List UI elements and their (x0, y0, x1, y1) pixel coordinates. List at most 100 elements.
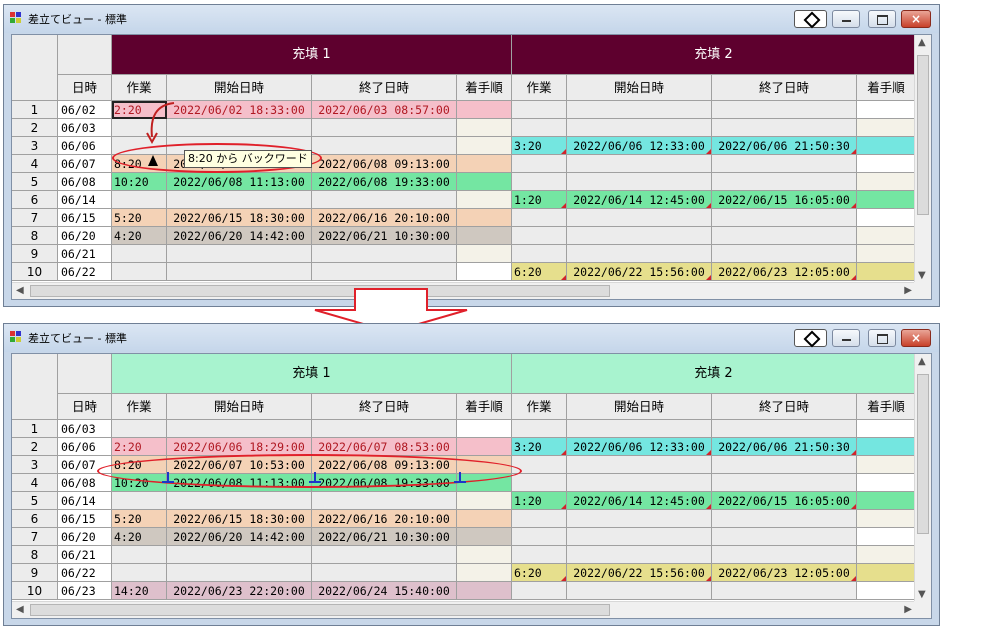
empty-cell[interactable] (567, 582, 712, 600)
task-end-cell[interactable]: 2022/06/23 12:05:00 (712, 564, 857, 582)
row-number[interactable]: 4 (12, 474, 58, 492)
empty-cell[interactable] (512, 119, 567, 137)
column-header-work[interactable]: 作業 (512, 394, 567, 420)
row-number[interactable]: 9 (12, 564, 58, 582)
empty-cell[interactable] (567, 155, 712, 173)
row-number[interactable]: 10 (12, 263, 58, 281)
empty-cell[interactable] (512, 101, 567, 119)
diamond-icon-button[interactable] (794, 10, 827, 28)
empty-cell[interactable] (512, 528, 567, 546)
task-work-cell[interactable]: 4:20 (112, 528, 167, 546)
empty-cell[interactable] (457, 245, 512, 263)
task-order-cell[interactable] (457, 227, 512, 245)
task-order-cell[interactable] (857, 263, 916, 281)
row-date[interactable]: 06/02 (58, 101, 112, 119)
empty-cell[interactable] (167, 119, 312, 137)
column-header-start[interactable]: 開始日時 (167, 394, 312, 420)
scroll-thumb[interactable] (30, 604, 610, 616)
task-order-cell[interactable] (457, 209, 512, 227)
column-header-date[interactable]: 日時 (58, 75, 112, 101)
task-start-cell[interactable]: 2022/06/15 18:30:00 (167, 209, 312, 227)
column-header-end[interactable]: 終了日時 (312, 75, 457, 101)
task-start-cell[interactable]: 2022/06/15 18:30:00 (167, 510, 312, 528)
row-number[interactable]: 7 (12, 528, 58, 546)
empty-cell[interactable] (712, 227, 857, 245)
column-header-work[interactable]: 作業 (512, 75, 567, 101)
empty-cell[interactable] (857, 227, 916, 245)
task-end-cell[interactable]: 2022/06/08 09:13:00 (312, 155, 457, 173)
empty-cell[interactable] (712, 101, 857, 119)
row-date[interactable]: 06/03 (58, 119, 112, 137)
task-end-cell[interactable]: 2022/06/03 08:57:00 (312, 101, 457, 119)
task-end-cell[interactable]: 2022/06/16 20:10:00 (312, 209, 457, 227)
empty-cell[interactable] (712, 582, 857, 600)
empty-cell[interactable] (167, 263, 312, 281)
task-end-cell[interactable]: 2022/06/08 19:33:00 (312, 173, 457, 191)
column-header-order[interactable]: 着手順 (457, 394, 512, 420)
row-number[interactable]: 3 (12, 137, 58, 155)
task-work-cell[interactable]: 4:20 (112, 227, 167, 245)
empty-cell[interactable] (857, 209, 916, 227)
empty-cell[interactable] (167, 492, 312, 510)
empty-cell[interactable] (712, 119, 857, 137)
row-number[interactable]: 4 (12, 155, 58, 173)
column-header-end[interactable]: 終了日時 (312, 394, 457, 420)
row-number[interactable]: 8 (12, 546, 58, 564)
resize-grip[interactable] (914, 282, 931, 299)
task-work-cell[interactable]: 5:20 (112, 510, 167, 528)
minimize-button[interactable] (832, 329, 860, 347)
empty-cell[interactable] (857, 456, 916, 474)
empty-cell[interactable] (167, 564, 312, 582)
row-number[interactable]: 6 (12, 191, 58, 209)
task-start-cell[interactable]: 2022/06/22 15:56:00 (567, 564, 712, 582)
row-number[interactable]: 3 (12, 456, 58, 474)
empty-cell[interactable] (567, 209, 712, 227)
empty-cell[interactable] (512, 582, 567, 600)
empty-cell[interactable] (857, 510, 916, 528)
row-date[interactable]: 06/23 (58, 582, 112, 600)
empty-cell[interactable] (857, 155, 916, 173)
task-work-cell[interactable]: 6:20 (512, 263, 567, 281)
row-date[interactable]: 06/14 (58, 191, 112, 209)
empty-cell[interactable] (167, 420, 312, 438)
empty-cell[interactable] (312, 191, 457, 209)
empty-cell[interactable] (567, 119, 712, 137)
task-order-cell[interactable] (857, 492, 916, 510)
row-number[interactable]: 7 (12, 209, 58, 227)
empty-cell[interactable] (712, 456, 857, 474)
scroll-thumb[interactable] (917, 374, 929, 534)
scroll-left-icon[interactable]: ◀ (16, 285, 24, 296)
empty-cell[interactable] (857, 173, 916, 191)
empty-cell[interactable] (857, 528, 916, 546)
empty-cell[interactable] (512, 546, 567, 564)
row-date[interactable]: 06/07 (58, 155, 112, 173)
empty-cell[interactable] (312, 119, 457, 137)
task-work-cell[interactable]: 1:20 (512, 191, 567, 209)
task-end-cell[interactable]: 2022/06/24 15:40:00 (312, 582, 457, 600)
task-end-cell[interactable]: 2022/06/23 12:05:00 (712, 263, 857, 281)
task-work-cell[interactable]: 10:20 (112, 173, 167, 191)
empty-cell[interactable] (112, 564, 167, 582)
task-start-cell[interactable]: 2022/06/02 18:33:00 (167, 101, 312, 119)
row-date[interactable]: 06/08 (58, 474, 112, 492)
task-start-cell[interactable]: 2022/06/08 11:13:00 (167, 173, 312, 191)
empty-cell[interactable] (112, 263, 167, 281)
empty-cell[interactable] (312, 564, 457, 582)
empty-cell[interactable] (857, 582, 916, 600)
row-date[interactable]: 06/06 (58, 438, 112, 456)
empty-cell[interactable] (857, 420, 916, 438)
empty-cell[interactable] (567, 101, 712, 119)
task-order-cell[interactable] (457, 155, 512, 173)
row-number[interactable]: 9 (12, 245, 58, 263)
empty-cell[interactable] (512, 155, 567, 173)
row-date[interactable]: 06/14 (58, 492, 112, 510)
empty-cell[interactable] (712, 420, 857, 438)
scroll-down-icon[interactable]: ▼ (918, 270, 926, 281)
task-order-cell[interactable] (457, 438, 512, 456)
task-end-cell[interactable]: 2022/06/06 21:50:30 (712, 438, 857, 456)
task-start-cell[interactable]: 2022/06/14 12:45:00 (567, 191, 712, 209)
task-end-cell[interactable]: 2022/06/21 10:30:00 (312, 528, 457, 546)
row-number[interactable]: 8 (12, 227, 58, 245)
empty-cell[interactable] (312, 492, 457, 510)
title-bar[interactable]: 差立てビュー - 標準 × (4, 5, 939, 33)
